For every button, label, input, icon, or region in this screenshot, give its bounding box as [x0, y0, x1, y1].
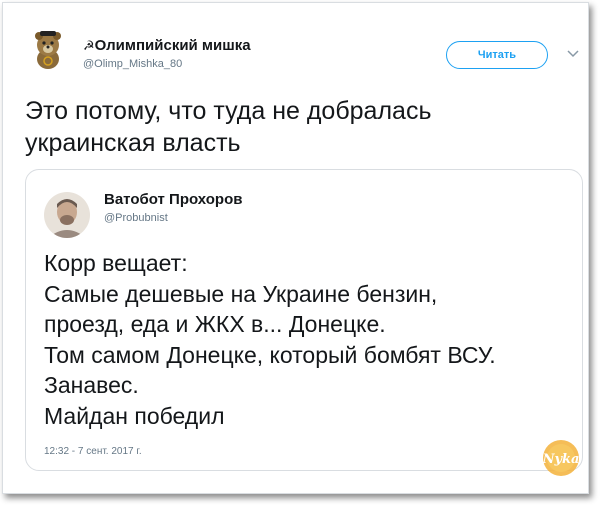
- site-watermark-logo: Nyka: [541, 438, 581, 478]
- person-photo-avatar: [44, 192, 90, 238]
- quoted-text-line: Том самом Донецке, который бомбят ВСУ.: [44, 341, 496, 368]
- author-handle[interactable]: @Olimp_Mishka_80: [83, 58, 182, 70]
- quoted-tweet[interactable]: Ватобот Прохоров @Probubnist Корр вещает…: [25, 169, 583, 471]
- quoted-tweet-timestamp[interactable]: 12:32 - 7 сент. 2017 г.: [44, 446, 142, 457]
- quoted-text-line: проезд, еда и ЖКХ в... Донецке.: [44, 311, 386, 337]
- author-avatar[interactable]: [25, 25, 71, 71]
- author-display-name[interactable]: ☭Олимпийский мишка: [83, 37, 251, 54]
- tweet-text-line: украинская власть: [25, 129, 241, 157]
- quoted-text-line: Корр вещает:: [44, 250, 188, 276]
- quoted-author-display-name[interactable]: Ватобот Прохоров: [104, 191, 242, 208]
- svg-text:Nyka: Nyka: [542, 452, 580, 467]
- quoted-tweet-text: Корр вещает: Самые дешевые на Украине бе…: [44, 248, 574, 431]
- tweet-text: Это потому, что туда не добралась украин…: [25, 95, 565, 159]
- quoted-author-avatar[interactable]: [44, 192, 90, 238]
- chevron-down-icon[interactable]: [566, 47, 580, 61]
- quoted-text-line: Майдан победил: [44, 402, 225, 429]
- tweet-card: ☭Олимпийский мишка @Olimp_Mishka_80 Чита…: [2, 2, 589, 494]
- quoted-text-line: Самые дешевые на Украине бензин,: [44, 280, 438, 307]
- quoted-author-handle[interactable]: @Probubnist: [104, 212, 168, 224]
- tweet-text-line: Это потому, что туда не добралась: [25, 97, 432, 125]
- bear-mascot-icon: [35, 31, 61, 69]
- quoted-text-line: Занавес.: [44, 372, 139, 398]
- hammer-sickle-icon: ☭: [83, 38, 95, 53]
- follow-button[interactable]: Читать: [446, 41, 548, 69]
